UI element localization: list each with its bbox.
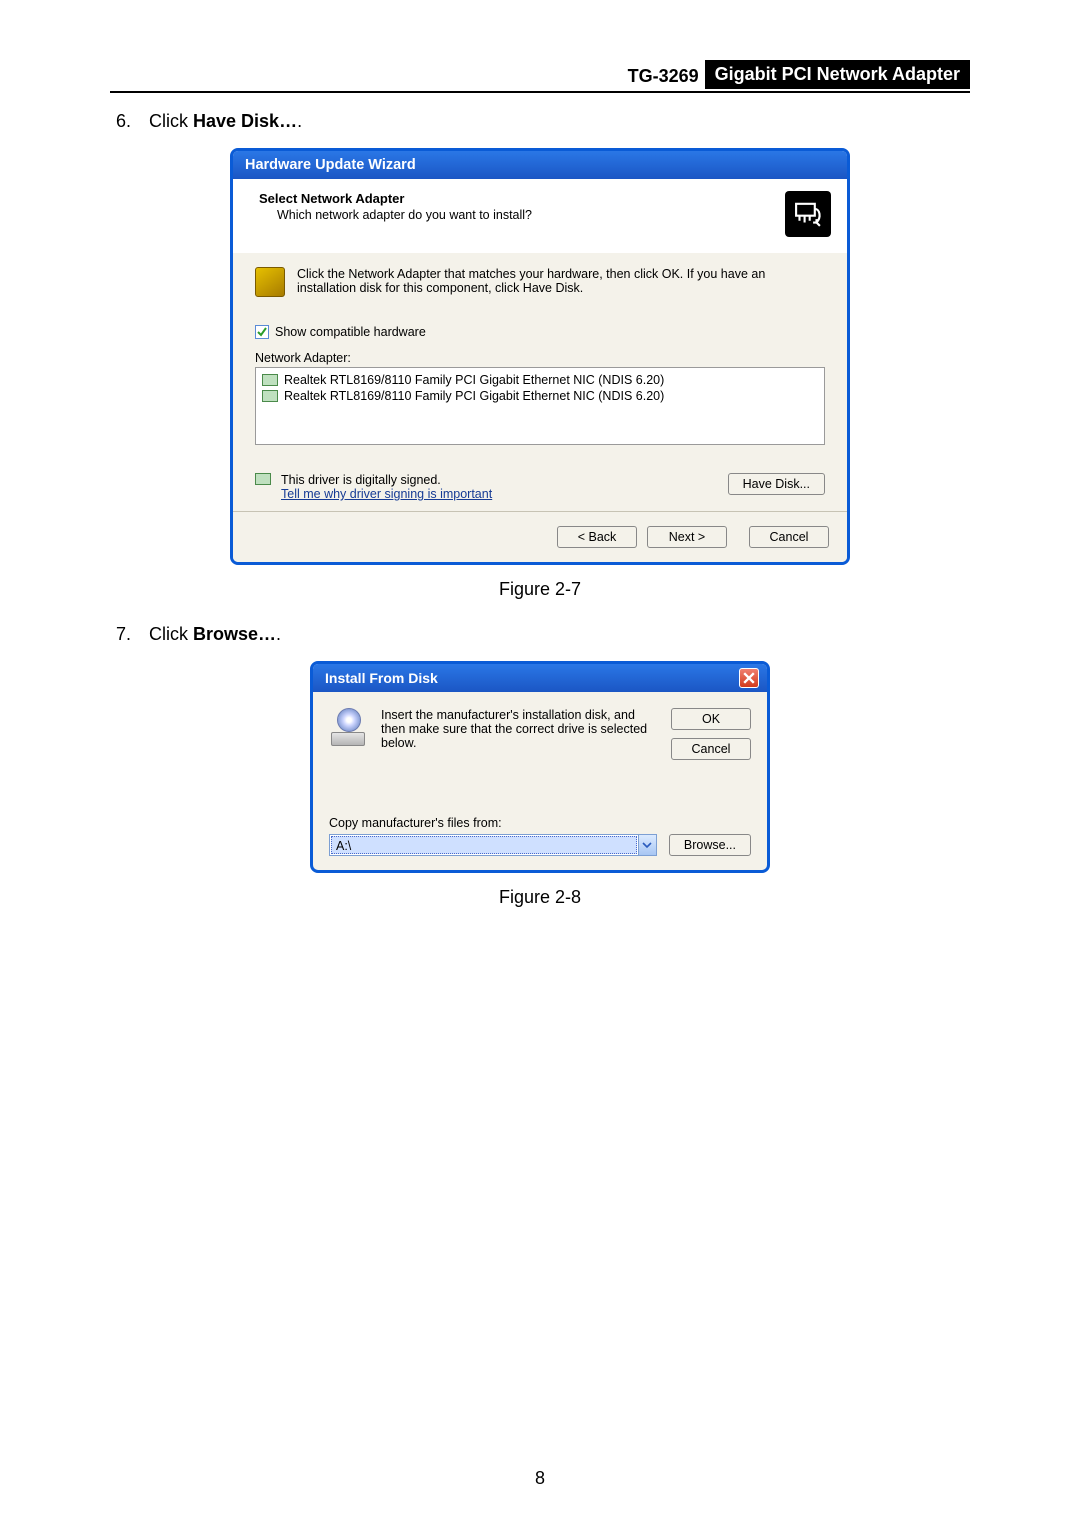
wizard-subheading: Which network adapter do you want to ins…	[259, 206, 532, 222]
wizard-footer: < Back Next > Cancel	[233, 511, 847, 562]
show-compatible-checkbox[interactable]: Show compatible hardware	[255, 325, 825, 339]
path-value: A:\	[331, 836, 637, 854]
combo-dropdown-button[interactable]	[638, 835, 656, 855]
list-item[interactable]: Realtek RTL8169/8110 Family PCI Gigabit …	[262, 388, 818, 404]
wizard-header: Select Network Adapter Which network ada…	[233, 179, 847, 253]
step-7-prefix: Click	[149, 624, 193, 644]
step-7-bold: Browse…	[193, 624, 276, 644]
install-from-disk-dialog: Install From Disk Insert the manufacture…	[310, 661, 770, 873]
step-6-bold: Have Disk…	[193, 111, 297, 131]
header-title: Gigabit PCI Network Adapter	[705, 60, 970, 89]
signed-row: This driver is digitally signed. Tell me…	[255, 473, 825, 501]
nic-icon	[262, 390, 278, 402]
next-button[interactable]: Next >	[647, 526, 727, 548]
figure-2-8-caption: Figure 2-8	[110, 887, 970, 908]
dialog-message: Insert the manufacturer's installation d…	[381, 708, 657, 760]
driver-signing-link[interactable]: Tell me why driver signing is important	[281, 487, 492, 501]
show-compatible-label: Show compatible hardware	[275, 325, 426, 339]
chevron-down-icon	[642, 840, 652, 850]
hardware-update-wizard-window: Hardware Update Wizard Select Network Ad…	[230, 148, 850, 565]
step-7-number: 7.	[116, 624, 144, 645]
list-item-label: Realtek RTL8169/8110 Family PCI Gigabit …	[284, 389, 664, 403]
nic-icon	[262, 374, 278, 386]
step-6-number: 6.	[116, 111, 144, 132]
signed-left: This driver is digitally signed. Tell me…	[255, 473, 492, 501]
cancel-button[interactable]: Cancel	[749, 526, 829, 548]
path-combobox[interactable]: A:\	[329, 834, 657, 856]
ok-button[interactable]: OK	[671, 708, 751, 730]
wizard-info-row: Click the Network Adapter that matches y…	[255, 267, 825, 297]
dialog-title-text: Install From Disk	[325, 670, 438, 686]
combo-row: A:\ Browse...	[329, 834, 751, 856]
back-button[interactable]: < Back	[557, 526, 637, 548]
have-disk-button[interactable]: Have Disk...	[728, 473, 825, 495]
cancel-button[interactable]: Cancel	[671, 738, 751, 760]
network-adapter-list[interactable]: Realtek RTL8169/8110 Family PCI Gigabit …	[255, 367, 825, 445]
disk-icon	[329, 708, 367, 746]
browse-button[interactable]: Browse...	[669, 834, 751, 856]
wizard-header-text: Select Network Adapter Which network ada…	[259, 191, 532, 222]
page-number: 8	[0, 1468, 1080, 1489]
dialog-body: Insert the manufacturer's installation d…	[313, 692, 767, 870]
step-6-prefix: Click	[149, 111, 193, 131]
wizard-heading: Select Network Adapter	[259, 191, 532, 206]
list-item-label: Realtek RTL8169/8110 Family PCI Gigabit …	[284, 373, 664, 387]
wizard-title-bar: Hardware Update Wizard	[233, 151, 847, 179]
step-7-suffix: .	[276, 624, 281, 644]
network-adapter-label: Network Adapter:	[255, 351, 825, 365]
network-adapter-icon	[785, 191, 831, 237]
step-6: 6. Click Have Disk….	[116, 111, 970, 132]
step-7: 7. Click Browse….	[116, 624, 970, 645]
figure-2-7-caption: Figure 2-7	[110, 579, 970, 600]
header-model: TG-3269	[628, 66, 705, 89]
close-icon	[743, 672, 755, 684]
list-item[interactable]: Realtek RTL8169/8110 Family PCI Gigabit …	[262, 372, 818, 388]
page-header: TG-3269 Gigabit PCI Network Adapter	[110, 60, 970, 93]
signed-text: This driver is digitally signed.	[281, 473, 492, 487]
dialog-top-row: Insert the manufacturer's installation d…	[329, 708, 751, 760]
close-button[interactable]	[739, 668, 759, 688]
step-6-suffix: .	[297, 111, 302, 131]
dialog-title-bar: Install From Disk	[313, 664, 767, 692]
signed-icon	[255, 473, 271, 485]
wizard-info-text: Click the Network Adapter that matches y…	[297, 267, 825, 297]
wizard-body: Click the Network Adapter that matches y…	[233, 253, 847, 511]
dialog-button-column: OK Cancel	[671, 708, 751, 760]
checkbox-icon	[255, 325, 269, 339]
chip-icon	[255, 267, 285, 297]
copy-from-label: Copy manufacturer's files from:	[329, 816, 751, 830]
